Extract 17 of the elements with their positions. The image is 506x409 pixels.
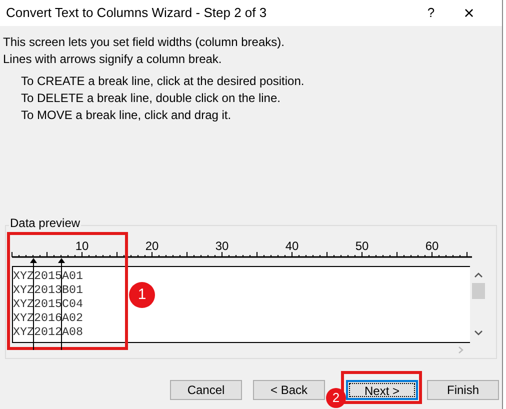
instruction-text: To CREATE a break line, click at the desired position. <box>21 73 304 90</box>
instruction-text: To MOVE a break line, click and drag it. <box>21 107 232 124</box>
dialog-button[interactable]: Finish <box>427 380 499 400</box>
description-text: This screen lets you set field widths (column breaks). <box>3 34 284 51</box>
scroll-down-icon[interactable] <box>474 330 483 336</box>
scroll-up-icon[interactable] <box>474 272 483 278</box>
scroll-thumb[interactable] <box>472 283 485 299</box>
dialog-button[interactable]: < Back <box>253 380 325 400</box>
dialog-button[interactable]: Cancel <box>170 380 242 400</box>
description-text: Lines with arrows signify a column break. <box>3 51 222 68</box>
dialog-button[interactable]: Next > <box>346 380 418 400</box>
window-title: Convert Text to Columns Wizard - Step 2 of 3 <box>6 4 267 22</box>
help-button[interactable]: ? <box>416 3 446 23</box>
close-button[interactable]: × <box>452 4 486 22</box>
step-marker: 2 <box>326 388 346 408</box>
instruction-text: To DELETE a break line, double click on the line. <box>21 90 280 107</box>
ruler[interactable]: 10 20 30 40 50 60 <box>10 238 474 266</box>
